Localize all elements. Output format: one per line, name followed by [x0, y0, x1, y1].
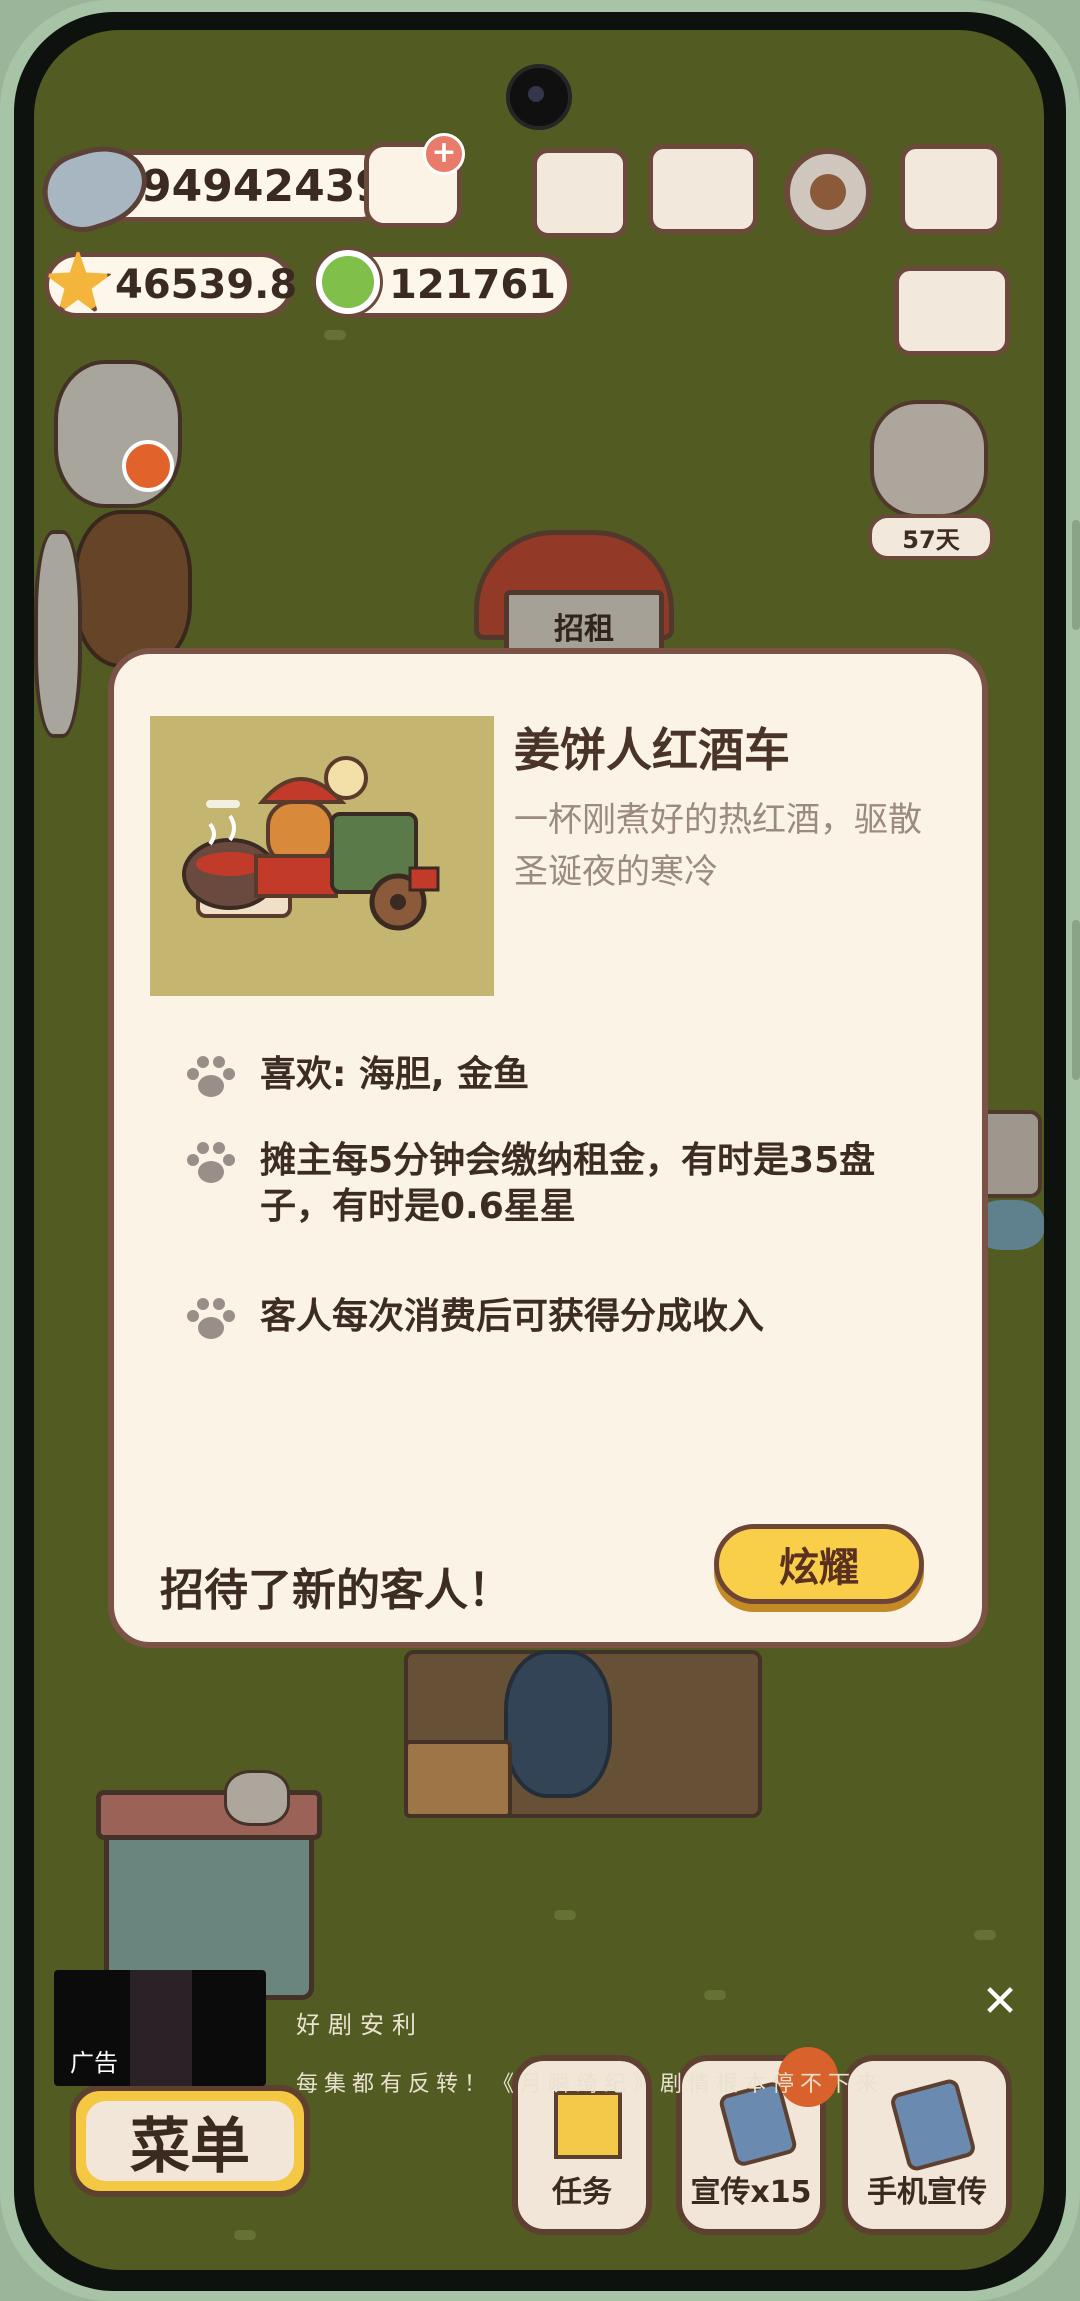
donut-icon: [316, 250, 380, 314]
item-title: 姜饼人红酒车: [514, 723, 790, 777]
paw-icon: [187, 1142, 235, 1183]
promote-label: 宣传x15: [690, 2175, 812, 2210]
show-off-label: 炫耀: [779, 1545, 859, 1591]
power-button: [1072, 920, 1080, 1080]
feature-row: 摊主每5分钟会缴纳租金，有时是35盘子，有时是0.6星星: [186, 1138, 926, 1230]
ring-count: 121761: [389, 262, 556, 308]
sort-icon[interactable]: [894, 266, 1010, 356]
paw-icon: [187, 1298, 235, 1339]
new-guest-text: 招待了新的客人！: [160, 1565, 512, 1616]
days-badge: 57天: [868, 514, 994, 560]
map-icon[interactable]: [900, 144, 1002, 234]
tasks-label: 任务: [552, 2175, 612, 2210]
paw-icon: [187, 1056, 235, 1097]
ad-label: 广告: [70, 2049, 118, 2077]
feature-text: 摊主每5分钟会缴纳租金，有时是35盘子，有时是0.6星星: [260, 1140, 876, 1227]
checklist-icon: [554, 2091, 622, 2159]
front-camera-icon: [506, 64, 572, 130]
feature-text: 喜欢: 海胆, 金鱼: [260, 1054, 530, 1095]
gear-icon[interactable]: [784, 148, 872, 236]
game-screen: 招租 57天 94942439 + 46539.8 121761 姜饼人红酒车 …: [34, 30, 1044, 2270]
ad-subtitle[interactable]: 每集都有反转！《月瞬绮纪》剧情根本停不下来: [296, 2066, 884, 2098]
ad-title[interactable]: 好剧安利: [296, 2005, 424, 2040]
item-description: 一杯刚煮好的热红酒，驱散圣诞夜的寒冷: [514, 800, 922, 892]
phone-promote-label: 手机宣传: [867, 2175, 987, 2210]
gingerbread-wine-cart-image: [150, 716, 494, 996]
show-off-button[interactable]: 炫耀: [714, 1524, 924, 1604]
menu-label: 菜单: [130, 2111, 250, 2182]
close-icon[interactable]: ✕: [980, 1980, 1020, 2024]
item-info-modal: 姜饼人红酒车 一杯刚煮好的热红酒，驱散圣诞夜的寒冷 喜欢: 海胆, 金鱼 摊主每…: [108, 648, 988, 1648]
newspaper-icon[interactable]: [532, 148, 628, 238]
days-badge-label: 57天: [902, 525, 960, 554]
feature-row: 喜欢: 海胆, 金鱼: [186, 1052, 926, 1100]
feature-text: 客人每次消费后可获得分成收入: [260, 1296, 765, 1337]
book-icon[interactable]: [648, 144, 758, 234]
shopping-cart-plus-icon[interactable]: +: [364, 133, 465, 228]
alert-icon[interactable]: [122, 440, 174, 492]
feature-row: 客人每次消费后可获得分成收入: [186, 1294, 926, 1342]
fish-count: 94942439: [141, 160, 386, 212]
menu-button[interactable]: 菜单: [70, 2085, 310, 2197]
ad-thumbnail[interactable]: 广告: [54, 1970, 266, 2086]
mobile-phone-icon: [888, 2077, 978, 2173]
volume-button: [1072, 520, 1080, 630]
ad-image: [130, 1970, 192, 2086]
star-count: 46539.8: [115, 262, 298, 308]
